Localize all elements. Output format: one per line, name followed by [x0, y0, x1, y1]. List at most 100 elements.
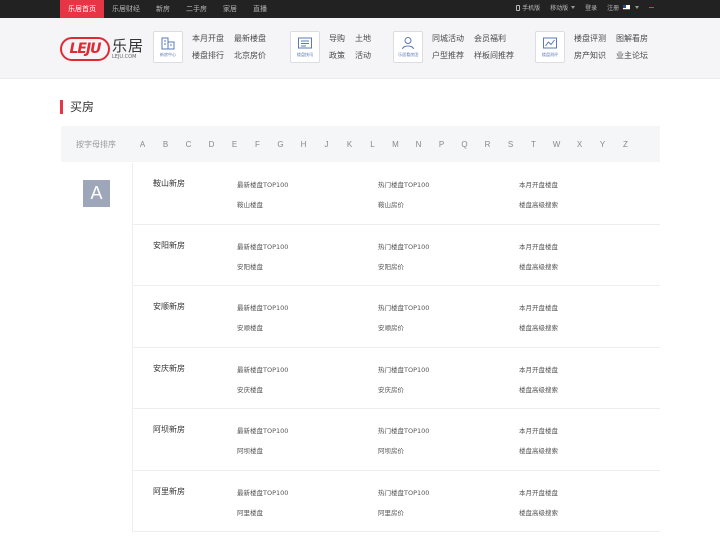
- nav-item-second-hand[interactable]: 二手房: [178, 0, 215, 18]
- link-latest-top100[interactable]: 最新楼盘TOP100: [237, 241, 288, 251]
- link-city-prices[interactable]: 阿坝房价: [378, 445, 404, 455]
- city-name-link[interactable]: 安阳新房: [153, 240, 185, 251]
- link-city-projects[interactable]: 阿坝楼盘: [237, 445, 263, 455]
- link-advanced-search[interactable]: 楼盘高级搜索: [519, 384, 558, 394]
- link-city-events[interactable]: 同城活动: [432, 33, 464, 44]
- logo-mark-text: LEJU: [69, 41, 101, 57]
- link-monthly-opening[interactable]: 本月开盘楼盘: [519, 425, 558, 435]
- link-city-projects[interactable]: 鞍山楼盘: [237, 199, 263, 209]
- link-member-benefits[interactable]: 会员福利: [474, 33, 514, 44]
- city-name-link[interactable]: 阿里新房: [153, 486, 185, 497]
- letter-filter-t[interactable]: T: [522, 140, 545, 149]
- link-hot-top100[interactable]: 热门楼盘TOP100: [378, 241, 429, 251]
- link-advanced-search[interactable]: 楼盘高级搜索: [519, 199, 558, 209]
- project-news-button[interactable]: 楼盘快讯: [290, 31, 320, 63]
- letter-filter-s[interactable]: S: [499, 140, 522, 149]
- link-beijing-prices[interactable]: 北京房价: [234, 50, 266, 61]
- letter-filter-r[interactable]: R: [476, 140, 499, 149]
- link-city-prices[interactable]: 安庆房价: [378, 384, 404, 394]
- link-hot-top100[interactable]: 热门楼盘TOP100: [378, 487, 429, 497]
- letter-filter-z[interactable]: Z: [614, 140, 637, 149]
- site-logo[interactable]: LEJU 乐居 LEJU.COM: [60, 37, 144, 61]
- nav-item-live[interactable]: 直播: [245, 0, 275, 18]
- link-policy[interactable]: 政策: [329, 50, 345, 61]
- link-events[interactable]: 活动: [355, 50, 371, 61]
- link-city-projects[interactable]: 安庆楼盘: [237, 384, 263, 394]
- letter-filter-p[interactable]: P: [430, 140, 453, 149]
- link-project-review[interactable]: 楼盘评测: [574, 33, 606, 44]
- link-latest-projects[interactable]: 最新楼盘: [234, 33, 266, 44]
- link-advanced-search[interactable]: 楼盘高级搜索: [519, 322, 558, 332]
- nav-item-home-decor[interactable]: 家居: [215, 0, 245, 18]
- link-monthly-opening[interactable]: 本月开盘楼盘: [519, 241, 558, 251]
- register-link[interactable]: 注册: [607, 0, 639, 18]
- letter-filter-k[interactable]: K: [338, 140, 361, 149]
- new-house-center-button[interactable]: 新房中心: [153, 31, 183, 63]
- letter-filter-l[interactable]: L: [361, 140, 384, 149]
- link-latest-top100[interactable]: 最新楼盘TOP100: [237, 364, 288, 374]
- link-project-ranking[interactable]: 楼盘排行: [192, 50, 224, 61]
- mobile-link[interactable]: 手机版: [516, 0, 540, 18]
- link-layout-recommend[interactable]: 户型推荐: [432, 50, 464, 61]
- letter-filter-h[interactable]: H: [292, 140, 315, 149]
- project-review-button[interactable]: 楼盘测评: [535, 31, 565, 63]
- city-name-link[interactable]: 安庆新房: [153, 363, 185, 374]
- link-latest-top100[interactable]: 最新楼盘TOP100: [237, 302, 288, 312]
- letter-filter-y[interactable]: Y: [591, 140, 614, 149]
- link-hot-top100[interactable]: 热门楼盘TOP100: [378, 302, 429, 312]
- news-links: 导购 土地 政策 活动: [329, 33, 371, 61]
- letter-filter-q[interactable]: Q: [453, 140, 476, 149]
- letter-filter-d[interactable]: D: [200, 140, 223, 149]
- link-city-projects[interactable]: 安顺楼盘: [237, 322, 263, 332]
- letter-filter-m[interactable]: M: [384, 140, 407, 149]
- nav-item-home[interactable]: 乐居首页: [60, 0, 104, 18]
- link-hot-top100[interactable]: 热门楼盘TOP100: [378, 425, 429, 435]
- letter-filter-b[interactable]: B: [154, 140, 177, 149]
- link-monthly-opening[interactable]: 本月开盘: [192, 33, 224, 44]
- link-model-room-recommend[interactable]: 样板间推荐: [474, 50, 514, 61]
- city-name-link[interactable]: 鞍山新房: [153, 178, 185, 189]
- letter-filter-e[interactable]: E: [223, 140, 246, 149]
- link-property-knowledge[interactable]: 房产知识: [574, 50, 606, 61]
- letter-filter-c[interactable]: C: [177, 140, 200, 149]
- channel-dropdown[interactable]: 移动版: [550, 0, 576, 18]
- new-house-links: 本月开盘 最新楼盘 楼盘排行 北京房价: [192, 33, 266, 61]
- letter-filter-w[interactable]: W: [545, 140, 568, 149]
- letter-filter-n[interactable]: N: [407, 140, 430, 149]
- letter-filter-j[interactable]: J: [315, 140, 338, 149]
- link-monthly-opening[interactable]: 本月开盘楼盘: [519, 179, 558, 189]
- letter-filter-x[interactable]: X: [568, 140, 591, 149]
- nav-item-new-house[interactable]: 新房: [148, 0, 178, 18]
- link-latest-top100[interactable]: 最新楼盘TOP100: [237, 487, 288, 497]
- link-guide[interactable]: 导购: [329, 33, 345, 44]
- letter-list: ABCDEFGHJKLMNPQRSTWXYZ: [131, 140, 637, 149]
- link-advanced-search[interactable]: 楼盘高级搜索: [519, 445, 558, 455]
- link-city-projects[interactable]: 安阳楼盘: [237, 261, 263, 271]
- link-land[interactable]: 土地: [355, 33, 371, 44]
- nav-item-finance[interactable]: 乐居财经: [104, 0, 148, 18]
- link-hot-top100[interactable]: 热门楼盘TOP100: [378, 179, 429, 189]
- link-hot-top100[interactable]: 热门楼盘TOP100: [378, 364, 429, 374]
- link-advanced-search[interactable]: 楼盘高级搜索: [519, 261, 558, 271]
- link-advanced-search[interactable]: 楼盘高级搜索: [519, 507, 558, 517]
- link-monthly-opening[interactable]: 本月开盘楼盘: [519, 487, 558, 497]
- link-owner-forum[interactable]: 业主论坛: [616, 50, 648, 61]
- city-name-link[interactable]: 安顺新房: [153, 301, 185, 312]
- letter-filter-f[interactable]: F: [246, 140, 269, 149]
- link-city-projects[interactable]: 阿里楼盘: [237, 507, 263, 517]
- login-link[interactable]: 登录: [585, 0, 597, 18]
- link-city-prices[interactable]: 阿里房价: [378, 507, 404, 517]
- link-city-prices[interactable]: 安顺房价: [378, 322, 404, 332]
- letter-filter-a[interactable]: A: [131, 140, 154, 149]
- link-monthly-opening[interactable]: 本月开盘楼盘: [519, 364, 558, 374]
- link-latest-top100[interactable]: 最新楼盘TOP100: [237, 179, 288, 189]
- link-latest-top100[interactable]: 最新楼盘TOP100: [237, 425, 288, 435]
- letter-filter-g[interactable]: G: [269, 140, 292, 149]
- link-monthly-opening[interactable]: 本月开盘楼盘: [519, 302, 558, 312]
- flag-icon: [623, 5, 631, 10]
- house-tour-button[interactable]: 乐居看房团: [393, 31, 423, 63]
- city-name-link[interactable]: 阿坝新房: [153, 424, 185, 435]
- link-illustrated-tour[interactable]: 图解看房: [616, 33, 648, 44]
- link-city-prices[interactable]: 鞍山房价: [378, 199, 404, 209]
- link-city-prices[interactable]: 安阳房价: [378, 261, 404, 271]
